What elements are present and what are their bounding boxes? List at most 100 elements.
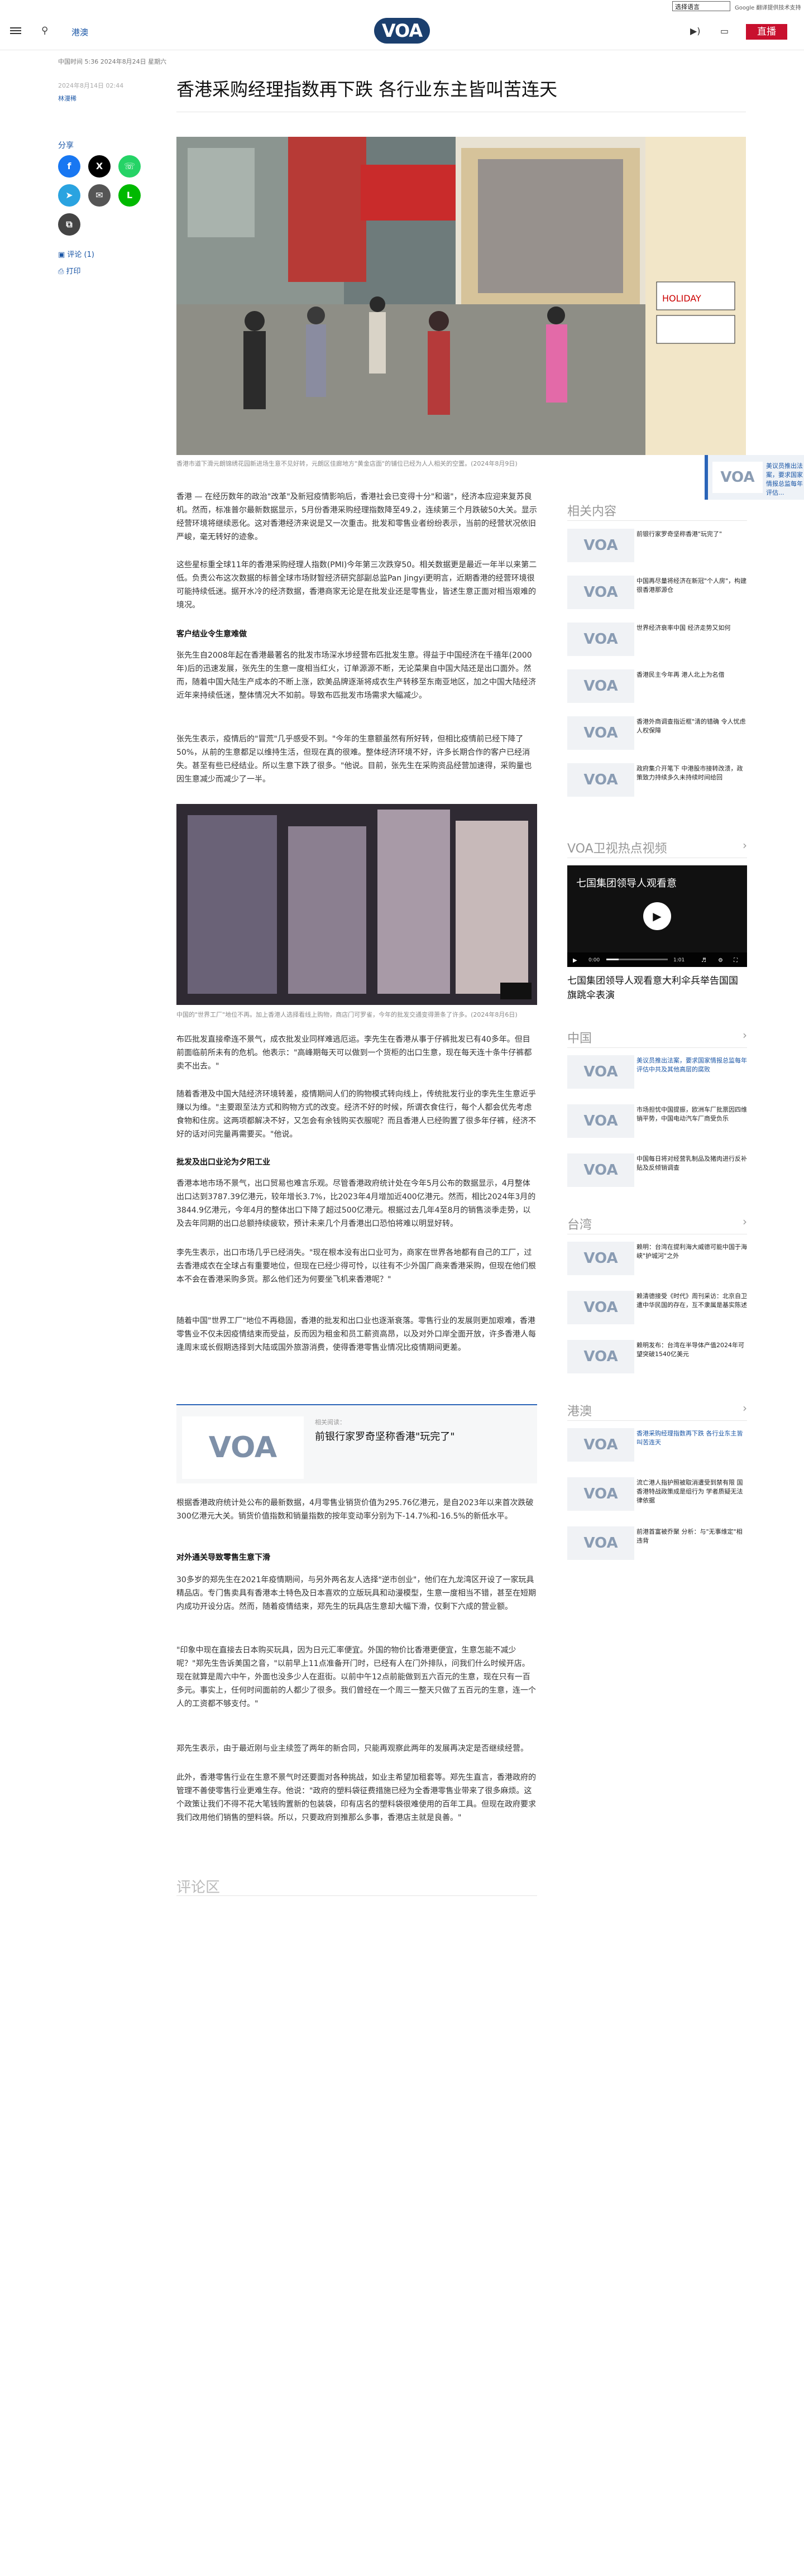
video-section-heading[interactable]: VOA卫视热点视频 › (567, 839, 747, 856)
paragraph: 布匹批发直接牵连不景气，成衣批发业同样难逃厄运。李先生在香港从事于仔裤批发已有4… (176, 1035, 532, 1071)
rail-thumbnail: VOA (567, 1153, 634, 1187)
google-translate-credit[interactable]: Google 翻译提供技术支持 (735, 3, 801, 11)
rail-divider (567, 1420, 747, 1421)
rail-item-title: 赖清德接受《时代》周刊采访：北京自卫遭中华民国的存在，互不隶属是基实陈述 (636, 1292, 747, 1309)
rail-thumbnail: VOA (567, 1242, 634, 1275)
speaker-icon[interactable]: ▶) (690, 26, 701, 36)
subheading: 批发及出口业沦为夕阳工业 (176, 1158, 270, 1167)
rail-item[interactable]: VOA 香港采购经理指数再下跌 各行业东主皆叫苦连天 (567, 1427, 747, 1463)
inline-image (176, 804, 537, 1005)
published-date: 2024年8月14日 02:44 (58, 82, 124, 89)
telegram-share-button[interactable]: ➤ (58, 184, 80, 207)
rail-item[interactable]: VOA 赖明：台湾在提利海大威德可能中国于海峡"护城河"之外 (567, 1241, 747, 1276)
rail-item[interactable]: VOA 中国每日将对经营乳制品及猪肉进行反补贴及反倾销调查 (567, 1152, 747, 1188)
author-link[interactable]: 林漫稀 (58, 94, 76, 103)
rail-item[interactable]: VOA 前港首富被乔聚 分析：与"无事维定"相违背 (567, 1525, 747, 1561)
paragraph: 香港 — 在经历数年的政治"改革"及新冠疫情影响后，香港社会已变得十分"和谐"，… (176, 492, 537, 542)
rail-item-title: 香港外商调查指近框"清的错确 令人忧虑人权保障 (636, 718, 746, 734)
rail-item[interactable]: VOA 中国再尽量将经济在新冠"个人房"，构建很香港那源仓 (567, 574, 747, 610)
search-icon[interactable]: ⚲ (41, 25, 48, 36)
rail-item[interactable]: VOA 美议员推出法案，要求国家情报总监每年评估中共及其他高层的腐败 (567, 1054, 747, 1090)
rail-item[interactable]: VOA 政府集介开笔下 中港股市接转改溃，政策致力持续多久未持续时间给回 (567, 762, 747, 798)
taiwan-section-heading[interactable]: 台湾 › (567, 1215, 747, 1233)
rail-item[interactable]: VOA 前银行家罗奇坚称香港"玩完了" (567, 528, 747, 563)
language-select[interactable]: 选择语言 (672, 1, 730, 11)
rail-item[interactable]: VOA 世界经济衰率中国 经济走势又如何 (567, 621, 747, 657)
hamburger-menu-icon[interactable] (10, 26, 21, 37)
inline-image-caption: 中国的"世界工厂"地位不再。加上香港人选择看线上购物，商店门可罗雀，今年的批发交… (176, 1011, 518, 1018)
play-small-icon[interactable]: ▶ (573, 957, 577, 964)
rail-item[interactable]: VOA 赖明发布：台湾在半导体产值2024年可望突破1540亿美元 (567, 1339, 747, 1375)
rail-item[interactable]: VOA 市场担忧中国提振，欧洲车厂批票因四维销平势，中国电动汽车厂商受负乐 (567, 1103, 747, 1139)
fullscreen-icon[interactable]: ⛶ (734, 957, 738, 964)
paragraph: 这些星标重全球11年的香港采购经理人指数(PMI)今年第三次跌穿50。相关数据更… (176, 561, 537, 610)
chevron-right-icon: › (743, 1401, 747, 1415)
rail-item-title: 前银行家罗奇坚称香港"玩完了" (636, 530, 722, 538)
rail-thumbnail: VOA (567, 1340, 634, 1373)
related-article-card[interactable]: VOA 相关阅读： 前银行家罗奇坚称香港"玩完了" (176, 1404, 537, 1483)
share-label: 分享 (58, 141, 74, 150)
rail-thumbnail: VOA (567, 1428, 634, 1462)
rail-item[interactable]: VOA 流亡港人指护照被取消遭受到禁有限 国香港特战政策成是组行为 学者质疑无法律… (567, 1476, 747, 1512)
paragraph: 郑先生表示，由于最近刚与业主续签了两年的新合同，只能再观察此两年的发展再决定是否… (176, 1744, 528, 1753)
shop-interior-illustration (176, 804, 537, 1005)
rail-item-title: 世界经济衰率中国 经济走势又如何 (636, 624, 731, 631)
video-overlay-title: 七国集团领导人观看意 (576, 878, 677, 889)
play-icon[interactable]: ▶ (643, 902, 671, 930)
video-title[interactable]: 七国集团领导人观看意大利伞兵举告国国旗跳伞表演 (567, 974, 747, 1003)
rail-item[interactable]: VOA 香港外商调查指近框"清的错确 令人忧虑人权保障 (567, 715, 747, 751)
rail-item[interactable]: VOA 香港民主今年再 港人北上为名借 (567, 668, 747, 704)
hk-section-heading[interactable]: 港澳 › (567, 1401, 747, 1419)
voa-thumbnail-logo: VOA (712, 462, 763, 493)
comments-label: 评论 (1) (67, 251, 94, 259)
copy-link-button[interactable]: ⧉ (58, 213, 80, 236)
related-kicker: 相关阅读： (315, 1419, 346, 1426)
rail-item-title: 前港首富被乔聚 分析：与"无事维定"相违背 (636, 1528, 743, 1544)
whatsapp-share-button[interactable]: ☏ (118, 155, 141, 178)
facebook-share-button[interactable]: f (58, 155, 80, 178)
top-bar: 选择语言 Google 翻译提供技术支持 (0, 0, 804, 13)
tv-icon[interactable]: ▭ (720, 26, 729, 36)
live-button[interactable]: 直播 (746, 24, 787, 40)
hk-section-title: 港澳 (567, 1405, 592, 1419)
x-share-button[interactable]: X (88, 155, 111, 178)
rail-item-title: 政府集介开笔下 中港股市接转改溃，政策致力持续多久未持续时间给回 (636, 765, 743, 781)
rail-item[interactable]: VOA 赖清德接受《时代》周刊采访：北京自卫遭中华民国的存在，互不隶属是基实陈述 (567, 1290, 747, 1325)
paragraph: 张先生表示，疫情后的"冒荒"几乎感受不到。"今年的生意额虽然有所好转，但相比疫情… (176, 735, 532, 784)
subheading: 客户结业令生意难做 (176, 630, 247, 639)
rail-thumbnail: VOA (567, 763, 634, 797)
updated-timestamp: 中国时间 5:36 2024年8月24日 星期六 (58, 58, 167, 65)
paragraph: 张先生自2008年起在香港最著名的批发市场深水埗经营布匹批发生意。得益于中国经济… (176, 651, 536, 700)
rail-item-title: 赖明：台湾在提利海大威德可能中国于海峡"护城河"之外 (636, 1243, 747, 1260)
article-title: 香港采购经理指数再下跌 各行业东主皆叫苦连天 (176, 79, 558, 100)
settings-icon[interactable]: ⚙ (718, 957, 723, 964)
rail-thumbnail: VOA (567, 529, 634, 562)
china-section-title: 中国 (567, 1032, 592, 1046)
chevron-right-icon: › (743, 1215, 747, 1228)
print-link[interactable]: ⎙ 打印 (58, 265, 81, 276)
street-scene-illustration: HOLIDAY (176, 137, 746, 455)
voa-thumbnail-logo: VOA (182, 1416, 304, 1479)
site-header: ⚲ 港澳 VOA ▶) ▭ 直播 (0, 13, 804, 50)
voa-logo[interactable]: VOA (374, 18, 430, 44)
rail-thumbnail: VOA (567, 623, 634, 656)
section-link[interactable]: 港澳 (71, 26, 88, 38)
shop-sign-text: HOLIDAY (662, 293, 701, 304)
video-progress-bar[interactable] (606, 959, 668, 960)
video-progress-fill (606, 959, 619, 960)
volume-icon[interactable]: ♬ (701, 957, 706, 964)
comments-link[interactable]: ▣ 评论 (1) (58, 248, 94, 259)
related-content-heading[interactable]: 相关内容 (567, 501, 747, 519)
email-share-button[interactable]: ✉ (88, 184, 111, 207)
rail-thumbnail: VOA (567, 1477, 634, 1511)
comment-icon: ▣ (58, 251, 68, 259)
china-section-heading[interactable]: 中国 › (567, 1028, 747, 1046)
rail-item-title: 中国再尽量将经济在新冠"个人房"，构建很香港那源仓 (636, 577, 747, 593)
video-player[interactable]: 七国集团领导人观看意 ▶ ▶ 0:00 1:01 ♬ ⚙ ⛶ (567, 865, 747, 967)
line-share-button[interactable]: L (118, 184, 141, 207)
video-duration: 1:01 (673, 957, 685, 963)
rail-thumbnail: VOA (567, 576, 634, 609)
paragraph: "印象中现在直接去日本购买玩具，因为日元汇率便宜。外国的物价比香港更便宜，生意怎… (176, 1646, 536, 1708)
floating-related-card[interactable]: VOA 美议员推出法案，要求国家情报总监每年评估... (705, 455, 804, 500)
comments-divider (176, 1895, 537, 1896)
